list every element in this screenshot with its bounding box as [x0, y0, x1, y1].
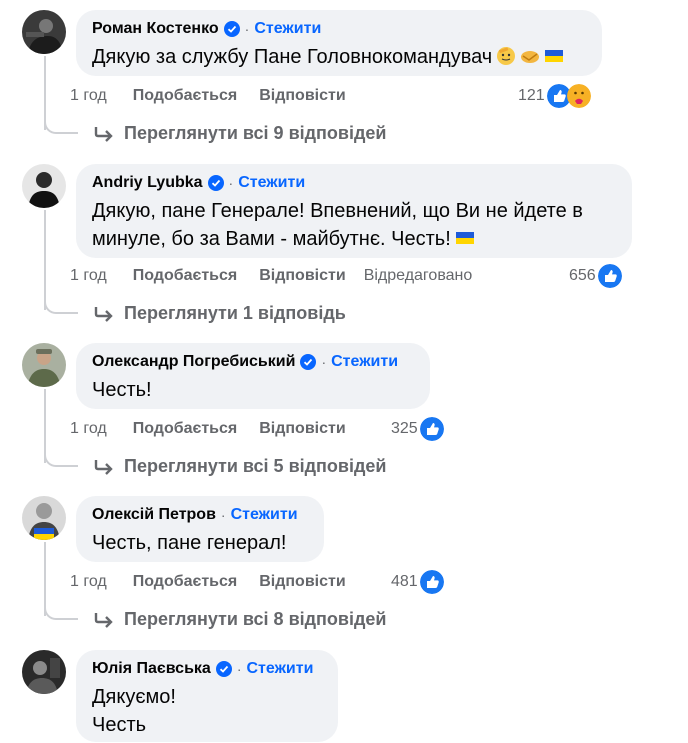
edited-label: Відредаговано	[363, 267, 473, 284]
comment-author[interactable]: Олексій Петров	[92, 505, 216, 525]
handshake-emoji	[521, 51, 540, 63]
reaction-count: 656	[569, 267, 596, 284]
reply-arrow-icon	[94, 612, 113, 628]
comment-timestamp[interactable]: 1 год	[70, 573, 107, 591]
thread-connector	[44, 298, 78, 314]
follow-button[interactable]: Стежити	[246, 659, 313, 679]
reaction-count: 481	[391, 573, 418, 590]
comment-timestamp[interactable]: 1 год	[70, 267, 107, 285]
separator-dot: ·	[321, 354, 327, 370]
reply-button[interactable]: Відповісти	[259, 87, 345, 105]
avatar[interactable]	[22, 164, 66, 208]
like-button[interactable]: Подобається	[133, 267, 238, 285]
reply-arrow-icon	[94, 126, 113, 142]
like-button[interactable]: Подобається	[133, 573, 238, 591]
follow-button[interactable]: Стежити	[238, 173, 305, 193]
like-button[interactable]: Подобається	[133, 420, 238, 438]
comment-bubble: Юлія Паєвська · Стежити Дякуємо! Честь	[76, 650, 338, 742]
reaction-count: 121	[518, 87, 545, 104]
like-reaction-icon	[419, 417, 444, 441]
reply-arrow-icon	[94, 459, 113, 475]
comment-author[interactable]: Роман Костенко	[92, 19, 219, 39]
reply-button[interactable]: Відповісти	[259, 420, 345, 438]
verified-badge-icon	[223, 21, 240, 37]
ukraine-flag-emoji	[455, 232, 474, 244]
verified-badge-icon	[300, 354, 317, 370]
thread-line	[44, 210, 46, 310]
thread-connector	[44, 118, 78, 134]
thread-connector	[44, 451, 78, 467]
reply-button[interactable]: Відповісти	[259, 573, 345, 591]
view-replies-button[interactable]: Переглянути всі 9 відповідей	[94, 123, 387, 144]
follow-button[interactable]: Стежити	[331, 352, 398, 372]
comment-timestamp[interactable]: 1 год	[70, 87, 107, 105]
comment-bubble: Олександр Погребиський · Стежити Честь!	[76, 343, 430, 409]
comment-actions: 1 год Подобається Відповісти	[70, 420, 360, 438]
avatar[interactable]	[22, 343, 66, 387]
avatar[interactable]	[22, 496, 66, 540]
avatar[interactable]	[22, 650, 66, 694]
thread-connector	[44, 604, 78, 620]
view-replies-label: Переглянути всі 5 відповідей	[124, 456, 387, 476]
view-replies-button[interactable]: Переглянути 1 відповідь	[94, 303, 346, 324]
comment-timestamp[interactable]: 1 год	[70, 420, 107, 438]
view-replies-button[interactable]: Переглянути всі 8 відповідей	[94, 609, 387, 630]
separator-dot: ·	[220, 507, 226, 523]
reply-arrow-icon	[94, 306, 113, 322]
comment-bubble: Олексій Петров · Стежити Честь, пане ген…	[76, 496, 324, 562]
comment-text: Дякую, пане Генерале! Впевнений, що Ви н…	[92, 200, 583, 250]
separator-dot: ·	[236, 661, 242, 677]
view-replies-button[interactable]: Переглянути всі 5 відповідей	[94, 456, 387, 477]
verified-badge-icon	[207, 175, 224, 191]
reaction-count: 325	[391, 420, 418, 437]
reaction-summary[interactable]: 121	[518, 84, 591, 108]
comment-actions: 1 год Подобається Відповісти	[70, 87, 360, 105]
like-reaction-icon	[597, 264, 622, 288]
comment-text: Честь!	[92, 379, 152, 401]
ukraine-flag-emoji	[545, 50, 564, 62]
view-replies-label: Переглянути всі 9 відповідей	[124, 123, 387, 143]
follow-button[interactable]: Стежити	[254, 19, 321, 39]
avatar[interactable]	[22, 10, 66, 54]
separator-dot: ·	[244, 21, 250, 37]
comment-actions: 1 год Подобається Відповісти	[70, 573, 360, 591]
reply-button[interactable]: Відповісти	[259, 267, 345, 285]
comment-actions: 1 год Подобається Відповісти Відредагова…	[70, 267, 472, 285]
comment-author[interactable]: Юлія Паєвська	[92, 659, 211, 679]
view-replies-label: Переглянути 1 відповідь	[124, 303, 346, 323]
reaction-summary[interactable]: 481	[391, 570, 444, 594]
comment-author[interactable]: Олександр Погребиський	[92, 352, 295, 372]
view-replies-label: Переглянути всі 8 відповідей	[124, 609, 387, 629]
comment-bubble: Роман Костенко · Стежити Дякую за службу…	[76, 10, 602, 76]
comment-text: Дякуємо! Честь	[92, 686, 176, 736]
saluting-face-emoji	[497, 47, 516, 65]
care-reaction-icon	[566, 84, 591, 108]
comment-text: Дякую за службу Пане Головнокомандувач	[92, 46, 493, 68]
comment-author[interactable]: Andriy Lyubka	[92, 173, 203, 193]
comment-bubble: Andriy Lyubka · Стежити Дякую, пане Гене…	[76, 164, 632, 258]
separator-dot: ·	[228, 175, 234, 191]
follow-button[interactable]: Стежити	[231, 505, 298, 525]
verified-badge-icon	[215, 661, 232, 677]
like-button[interactable]: Подобається	[133, 87, 238, 105]
reaction-summary[interactable]: 656	[569, 264, 622, 288]
like-reaction-icon	[419, 570, 444, 594]
reaction-summary[interactable]: 325	[391, 417, 444, 441]
comment-text: Честь, пане генерал!	[92, 532, 287, 554]
